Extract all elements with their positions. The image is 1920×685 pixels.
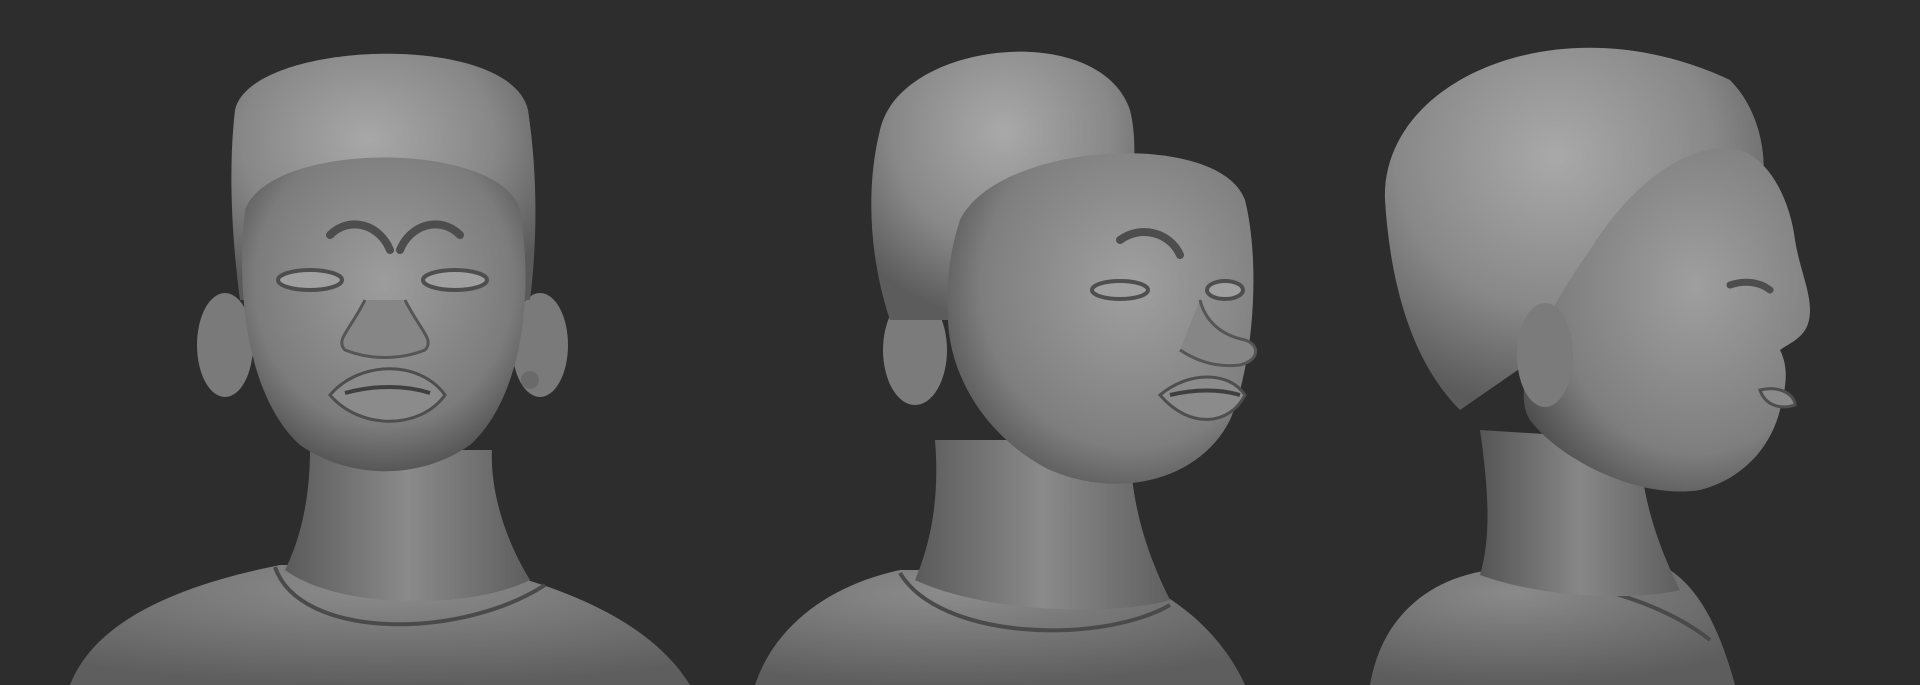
- right-eye: [1205, 279, 1245, 301]
- right-eye: [421, 268, 489, 292]
- ear: [1517, 303, 1573, 407]
- left-eye: [1090, 279, 1150, 301]
- sculpt-profile-view: [1340, 0, 1920, 685]
- neck-shape: [285, 450, 530, 602]
- sculpt-front-view: [0, 0, 700, 685]
- left-eye: [276, 268, 344, 292]
- three-quarter-view-svg: [755, 51, 1258, 685]
- earring: [521, 371, 539, 389]
- sculpt-three-quarter-view: [700, 0, 1340, 685]
- render-canvas: [0, 0, 1920, 685]
- profile-view-svg: [1370, 47, 1810, 685]
- front-view-svg: [70, 53, 690, 685]
